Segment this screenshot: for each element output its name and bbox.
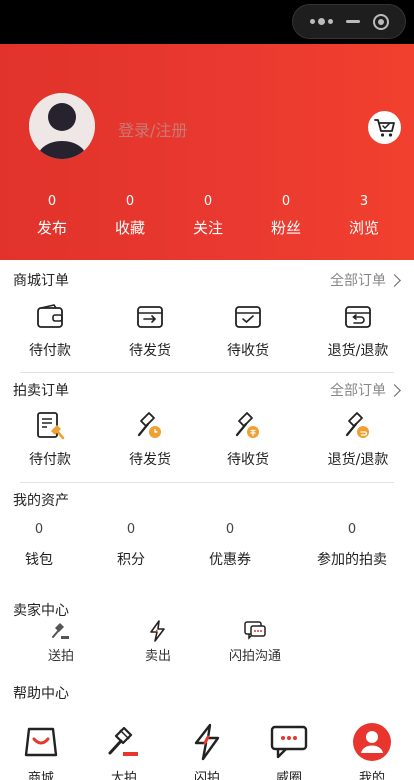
tab-label: 威圈	[275, 771, 302, 780]
stat-label: 发布	[36, 219, 67, 237]
mall-pending-payment[interactable]: 待付款	[0, 302, 100, 360]
chat-bubble-icon	[269, 722, 309, 762]
order-status-label: 待付款	[29, 343, 71, 359]
stat-value: 0	[203, 194, 213, 209]
status-bar	[0, 0, 414, 44]
help-center-title[interactable]: 帮助中心	[13, 683, 69, 703]
assets-title: 我的资产	[13, 493, 69, 509]
tab-mall[interactable]: 商城	[0, 716, 82, 780]
asset-label: 参加的拍卖	[317, 552, 387, 568]
bill-gavel-icon	[35, 411, 65, 441]
stat-value: 3	[359, 194, 369, 209]
tab-flash-auction[interactable]: 闪拍	[166, 716, 248, 780]
stat-favorites[interactable]: 0 收藏	[91, 192, 169, 238]
seller-item-label: 闪拍沟通	[228, 649, 281, 664]
box-out-icon	[135, 302, 165, 332]
mall-pending-receipt[interactable]: 待收货	[198, 302, 298, 360]
shopping-bag-icon	[21, 722, 61, 762]
tab-big-auction[interactable]: 大拍	[83, 716, 165, 780]
miniprogram-capsule[interactable]	[292, 4, 406, 39]
close-target-icon[interactable]	[372, 13, 389, 30]
stat-value: 0	[281, 194, 291, 209]
tab-mine[interactable]: 我的	[331, 716, 413, 780]
avatar[interactable]	[29, 93, 95, 159]
order-status-label: 待发货	[129, 343, 171, 359]
auction-orders-all-link[interactable]: 全部订单	[330, 380, 402, 400]
chat-icon	[244, 620, 266, 642]
seller-sold[interactable]: 卖出	[113, 620, 203, 664]
gavel-icon	[104, 722, 144, 762]
tab-label: 大拍	[110, 771, 137, 780]
more-icon[interactable]	[309, 18, 333, 25]
tab-label: 商城	[27, 771, 54, 780]
stat-value: 0	[47, 194, 57, 209]
wallet-icon	[35, 302, 65, 332]
asset-label: 优惠券	[209, 552, 251, 568]
order-status-label: 待收货	[227, 343, 269, 359]
auction-pending-shipment[interactable]: 待发货	[100, 411, 200, 469]
lightning-icon	[147, 620, 169, 642]
order-status-label: 待收货	[227, 452, 269, 468]
seller-center-title: 卖家中心	[13, 603, 69, 619]
login-register-link[interactable]: 登录/注册	[118, 117, 187, 141]
mall-orders-all-link[interactable]: 全部订单	[330, 270, 402, 290]
asset-coupons[interactable]: 0 优惠券	[175, 522, 285, 569]
auction-pending-receipt[interactable]: 待收货	[198, 411, 298, 469]
stat-label: 关注	[192, 219, 223, 237]
asset-value: 0	[225, 522, 235, 537]
cart-icon	[373, 118, 395, 137]
box-check-icon	[233, 302, 263, 332]
seller-consign[interactable]: 送拍	[16, 620, 106, 664]
asset-joined-auctions[interactable]: 0 参加的拍卖	[297, 522, 407, 569]
order-status-label: 退货/退款	[327, 452, 389, 468]
stat-value: 0	[125, 194, 135, 209]
mall-pending-shipment[interactable]: 待发货	[100, 302, 200, 360]
asset-points[interactable]: 0 积分	[76, 522, 186, 569]
gavel-return-icon	[343, 411, 373, 441]
cart-button[interactable]	[368, 111, 401, 144]
lightning-icon	[187, 722, 227, 762]
stat-label: 粉丝	[270, 219, 301, 237]
mall-orders-title: 商城订单	[13, 273, 69, 289]
chevron-right-icon	[388, 273, 401, 287]
all-orders-label: 全部订单	[330, 273, 386, 289]
user-icon	[352, 722, 392, 762]
gavel-coin-icon	[233, 411, 263, 441]
asset-value: 0	[347, 522, 357, 537]
tab-label: 我的	[358, 771, 385, 780]
auction-return-refund[interactable]: 退货/退款	[308, 411, 408, 469]
mall-return-refund[interactable]: 退货/退款	[308, 302, 408, 360]
profile-stats: 0 发布 0 收藏 0 关注 0 粉丝 3 浏览	[13, 192, 403, 238]
chevron-right-icon	[388, 383, 401, 397]
order-status-label: 退货/退款	[327, 343, 389, 359]
stat-label: 收藏	[114, 219, 145, 237]
auction-pending-payment[interactable]: 待付款	[0, 411, 100, 469]
minimize-icon[interactable]	[345, 20, 360, 23]
default-avatar-icon	[29, 93, 95, 159]
profile-header: 登录/注册 0 发布 0 收藏 0 关注 0 粉丝 3 浏览	[0, 44, 414, 260]
seller-item-label: 卖出	[144, 649, 171, 664]
seller-item-label: 送拍	[47, 649, 74, 664]
box-return-icon	[343, 302, 373, 332]
divider	[20, 372, 394, 373]
stat-label: 浏览	[348, 219, 379, 237]
tab-label: 闪拍	[193, 771, 220, 780]
stat-fans[interactable]: 0 粉丝	[247, 192, 325, 238]
stat-publish[interactable]: 0 发布	[13, 192, 91, 238]
seller-chat[interactable]: 闪拍沟通	[210, 620, 300, 664]
bottom-tab-bar: 商城 大拍 闪拍 威圈 我的	[0, 716, 414, 780]
asset-value: 0	[126, 522, 136, 537]
stat-views[interactable]: 3 浏览	[325, 192, 403, 238]
tab-wei-circle[interactable]: 威圈	[248, 716, 330, 780]
stat-following[interactable]: 0 关注	[169, 192, 247, 238]
order-status-label: 待付款	[29, 452, 71, 468]
gavel-icon	[50, 620, 72, 642]
asset-label: 积分	[117, 552, 145, 568]
auction-orders-title: 拍卖订单	[13, 383, 69, 399]
divider	[20, 482, 394, 483]
all-orders-label: 全部订单	[330, 383, 386, 399]
gavel-clock-icon	[135, 411, 165, 441]
order-status-label: 待发货	[129, 452, 171, 468]
